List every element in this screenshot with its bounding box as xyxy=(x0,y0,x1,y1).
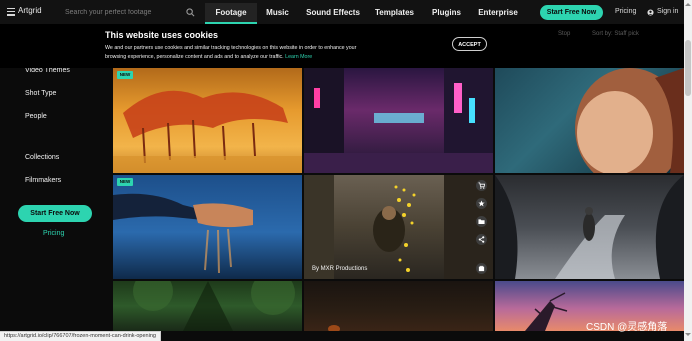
scroll-up-icon[interactable] xyxy=(685,3,691,6)
tab-templates[interactable]: Templates xyxy=(372,3,417,24)
tile-thumbnail xyxy=(304,68,493,173)
accept-cookies-button[interactable]: ACCEPT xyxy=(452,37,487,51)
video-tile[interactable] xyxy=(304,68,493,173)
tile-thumbnail xyxy=(133,281,295,331)
scrollbar-thumb[interactable] xyxy=(685,40,691,96)
cookie-title: This website uses cookies xyxy=(105,30,219,40)
sidebar-pricing-link[interactable]: Pricing xyxy=(43,230,64,237)
video-tile[interactable] xyxy=(304,281,493,331)
download-icon xyxy=(478,265,485,272)
sidebar-start-free-button[interactable]: Start Free Now xyxy=(18,205,92,222)
tab-enterprise[interactable]: Enterprise xyxy=(477,3,519,24)
tab-sound-effects[interactable]: Sound Effects xyxy=(305,3,361,24)
user-icon[interactable] xyxy=(647,9,654,16)
sidebar-item-collections[interactable]: Collections xyxy=(25,154,59,161)
tab-plugins[interactable]: Plugins xyxy=(428,3,465,24)
add-to-folder-button[interactable] xyxy=(476,216,487,227)
search-icon[interactable] xyxy=(186,8,195,17)
status-bar-url: https://artgrid.io/clip/766707/frozen-mo… xyxy=(0,331,161,341)
watermark: CSDN @灵感角落 xyxy=(586,322,668,333)
ghost-sort-label: Sort by: Staff pick xyxy=(592,31,639,37)
page-scrollbar[interactable] xyxy=(684,0,692,341)
video-tile[interactable] xyxy=(113,281,302,331)
video-tile[interactable]: NEW xyxy=(113,175,302,279)
video-tile[interactable]: NEW xyxy=(113,68,302,173)
sign-in-link[interactable]: Sign in xyxy=(657,8,678,15)
sidebar-item-video-themes[interactable]: Video Themes xyxy=(25,67,70,74)
scroll-down-icon[interactable] xyxy=(685,333,691,336)
ghost-filter-label: Stop xyxy=(558,31,571,37)
download-button[interactable] xyxy=(476,263,487,274)
new-badge: NEW xyxy=(117,71,133,79)
start-free-button[interactable]: Start Free Now xyxy=(540,5,603,20)
tile-thumbnail xyxy=(304,175,493,279)
cart-icon xyxy=(478,182,485,189)
tab-music[interactable]: Music xyxy=(260,3,295,24)
sidebar-item-filmmakers[interactable]: Filmmakers xyxy=(25,177,61,184)
tile-thumbnail xyxy=(575,68,684,173)
share-button[interactable] xyxy=(476,234,487,245)
share-icon xyxy=(478,236,485,243)
sidebar-item-shot-type[interactable]: Shot Type xyxy=(25,90,56,97)
tab-footage[interactable]: Footage xyxy=(205,3,257,24)
new-badge: NEW xyxy=(117,178,133,186)
tile-thumbnail xyxy=(495,175,684,279)
menu-icon[interactable] xyxy=(7,8,15,16)
sidebar-item-people[interactable]: People xyxy=(25,113,47,120)
search-box[interactable] xyxy=(58,4,200,21)
video-tile[interactable]: By MXR Productions xyxy=(304,175,493,279)
tile-thumbnail xyxy=(328,325,340,331)
pricing-link[interactable]: Pricing xyxy=(615,8,636,15)
brand-logo[interactable]: Artgrid xyxy=(18,6,42,15)
tile-credit: By MXR Productions xyxy=(312,266,368,272)
folder-icon xyxy=(478,219,485,224)
cart-button[interactable] xyxy=(476,180,487,191)
star-icon xyxy=(478,200,485,207)
video-tile[interactable] xyxy=(495,175,684,279)
tile-thumbnail xyxy=(113,90,302,173)
cookie-message: We and our partners use cookies and simi… xyxy=(105,45,357,60)
cookie-text: We and our partners use cookies and simi… xyxy=(105,44,375,62)
search-input[interactable] xyxy=(58,4,200,21)
video-tile[interactable] xyxy=(495,68,684,173)
learn-more-link[interactable]: Learn More xyxy=(285,54,312,60)
tile-thumbnail xyxy=(113,193,253,274)
favorite-button[interactable] xyxy=(476,198,487,209)
